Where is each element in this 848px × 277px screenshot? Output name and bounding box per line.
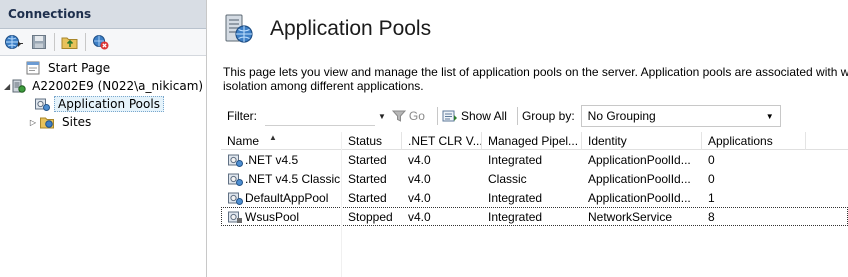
pool-applications: 0: [708, 152, 715, 167]
main-content: Application Pools This page lets you vie…: [208, 0, 848, 277]
start-page-icon: [24, 60, 42, 76]
pool-pipeline: Integrated: [488, 152, 543, 167]
pool-pipeline: Integrated: [488, 190, 543, 205]
page-description: This page lets you view and manage the l…: [223, 65, 848, 93]
pool-status: Started: [348, 171, 387, 186]
column-header-status[interactable]: Status: [342, 132, 402, 150]
connections-tree: Start Page ◢ A22002E9 (N022\a_nikicam) A…: [0, 56, 206, 131]
go-label: Go: [408, 109, 425, 123]
pool-pipeline: Classic: [488, 171, 527, 186]
app-pool-icon: [227, 190, 243, 206]
app-pool-icon: [227, 152, 243, 168]
pool-applications: 8: [708, 209, 715, 224]
column-header-clr-version[interactable]: .NET CLR V...: [402, 132, 482, 150]
funnel-icon: [391, 110, 406, 122]
tree-item-start-page[interactable]: Start Page: [0, 59, 206, 77]
filter-input[interactable]: [265, 106, 375, 126]
show-all-icon: [442, 110, 457, 122]
connections-toolbar: [0, 29, 206, 56]
app-pool-stopped-icon: [227, 209, 243, 225]
pool-identity: NetworkService: [588, 209, 673, 224]
tree-item-application-pools[interactable]: Application Pools: [0, 95, 206, 113]
grid-header: Name ▲ Status .NET CLR V... Managed Pipe…: [221, 132, 848, 150]
chevron-down-icon: ▼: [765, 111, 774, 121]
filter-label: Filter:: [227, 109, 257, 123]
pool-name: WsusPool: [245, 209, 300, 224]
pool-pipeline: Integrated: [488, 209, 543, 224]
page-header: Application Pools: [208, 0, 848, 58]
server-icon: [10, 78, 26, 94]
connections-title: Connections: [0, 0, 206, 29]
tree-item-label: Start Page: [48, 61, 111, 75]
group-by-label: Group by:: [521, 109, 575, 123]
tree-item-label: Application Pools: [54, 96, 164, 112]
toolbar-separator: [54, 33, 55, 51]
globe-connect-icon[interactable]: [3, 32, 25, 52]
tree-item-label: Sites: [62, 115, 92, 129]
toolbar-separator: [436, 107, 438, 125]
pool-status: Started: [348, 152, 387, 167]
group-by-value: No Grouping: [587, 109, 656, 123]
folder-up-icon[interactable]: [59, 32, 81, 52]
show-all-button[interactable]: Show All: [442, 109, 507, 123]
pool-identity: ApplicationPoolId...: [588, 171, 691, 186]
filter-bar: Filter: ▼ Go Show All Group by: No Group…: [218, 104, 848, 128]
column-header-name[interactable]: Name ▲: [221, 132, 342, 150]
tree-item-label: A22002E9 (N022\a_nikicam): [32, 79, 204, 93]
table-row[interactable]: DefaultAppPool Started v4.0 Integrated A…: [221, 188, 848, 207]
go-button[interactable]: Go: [391, 109, 425, 123]
column-header-pipeline[interactable]: Managed Pipel...: [482, 132, 582, 150]
pool-applications: 0: [708, 171, 715, 186]
column-divider: [341, 132, 342, 277]
table-row[interactable]: WsusPool Stopped v4.0 Integrated Network…: [221, 207, 848, 226]
column-header-applications[interactable]: Applications: [702, 132, 806, 150]
disconnect-icon[interactable]: [90, 32, 112, 52]
pool-clr-version: v4.0: [408, 190, 431, 205]
sort-ascending-icon: ▲: [269, 133, 277, 142]
pool-clr-version: v4.0: [408, 209, 431, 224]
chevron-down-icon[interactable]: ▼: [378, 112, 386, 121]
pool-clr-version: v4.0: [408, 171, 431, 186]
pool-clr-version: v4.0: [408, 152, 431, 167]
pool-status: Stopped: [348, 209, 393, 224]
group-by-select[interactable]: No Grouping ▼: [580, 105, 781, 127]
pool-status: Started: [348, 190, 387, 205]
table-row[interactable]: .NET v4.5 Classic Started v4.0 Classic A…: [221, 169, 848, 188]
pool-name: .NET v4.5 Classic: [245, 171, 341, 186]
page-title: Application Pools: [270, 17, 432, 40]
show-all-label: Show All: [460, 109, 507, 123]
app-pools-header-icon: [220, 11, 256, 47]
app-pools-grid: Name ▲ Status .NET CLR V... Managed Pipe…: [221, 132, 848, 277]
pool-name: DefaultAppPool: [245, 190, 329, 205]
pool-identity: ApplicationPoolId...: [588, 152, 691, 167]
toolbar-separator: [85, 33, 86, 51]
sites-icon: [38, 114, 56, 130]
app-pools-icon: [33, 96, 51, 112]
save-icon[interactable]: [28, 32, 50, 52]
table-row[interactable]: .NET v4.5 Started v4.0 Integrated Applic…: [221, 150, 848, 169]
tree-item-server[interactable]: ◢ A22002E9 (N022\a_nikicam): [0, 77, 206, 95]
description-line: This page lets you view and manage the l…: [223, 65, 848, 79]
toolbar-separator: [516, 107, 518, 125]
expand-arrow-icon[interactable]: ▷: [28, 118, 38, 127]
pool-applications: 1: [708, 190, 715, 205]
pool-name: .NET v4.5: [245, 152, 299, 167]
connections-panel: Connections Start Page ◢ A22002E9 (N022\…: [0, 0, 207, 277]
tree-item-sites[interactable]: ▷ Sites: [0, 113, 206, 131]
pool-identity: ApplicationPoolId...: [588, 190, 691, 205]
description-line: isolation among different applications.: [223, 79, 424, 93]
column-header-identity[interactable]: Identity: [582, 132, 702, 150]
app-pool-icon: [227, 171, 243, 187]
